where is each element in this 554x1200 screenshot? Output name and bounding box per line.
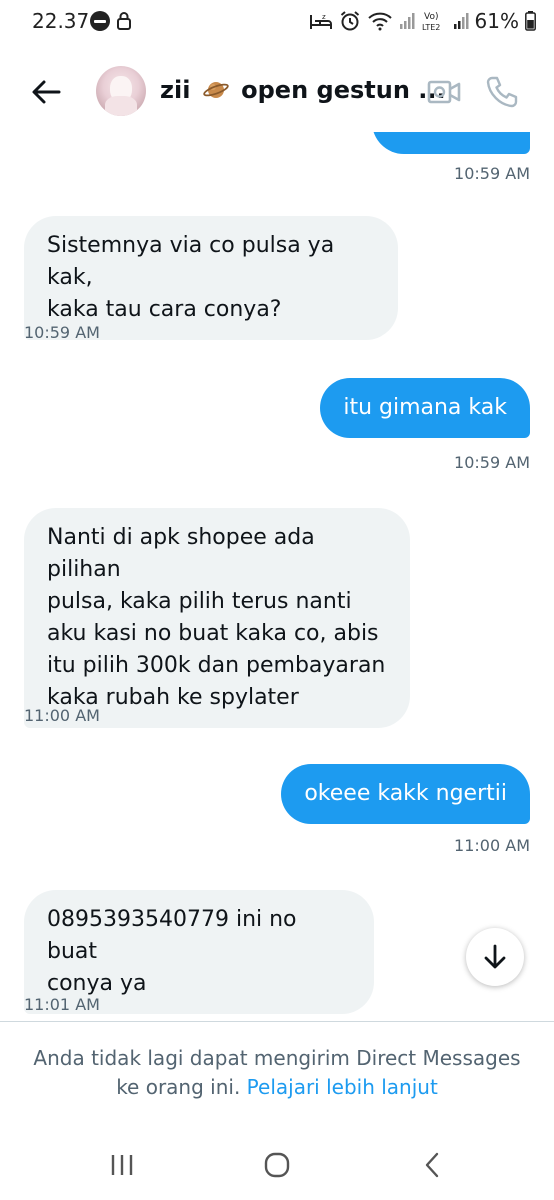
status-icons: z Vo) LTE2 61%	[309, 8, 536, 34]
alarm-icon	[340, 11, 359, 31]
message-bubble-incoming[interactable]: Sistemnya via co pulsa ya kak, kaka tau …	[24, 216, 398, 340]
recent-apps-icon[interactable]	[110, 1154, 134, 1176]
notice-text: ke orang ini.	[116, 1075, 241, 1099]
volte-icon: Vo) LTE2	[422, 12, 440, 32]
message-text: okeee kakk ngertii	[304, 781, 507, 806]
message-text-line: aku kasi no buat kaka co, abis	[47, 621, 379, 646]
voice-call-button[interactable]	[484, 74, 520, 110]
message-text-line: 0895393540779 ini no buat	[47, 907, 297, 964]
signal-1-icon	[399, 13, 415, 29]
message-timestamp: 11:00 AM	[454, 836, 530, 855]
video-call-button[interactable]	[426, 76, 462, 108]
status-time: 22.37	[32, 9, 90, 33]
message-timestamp: 11:01 AM	[24, 995, 100, 1014]
message-timestamp: 10:59 AM	[24, 323, 100, 342]
contact-name-suffix: open gestun ...	[241, 76, 446, 104]
svg-text:z: z	[322, 13, 326, 21]
nav-back-icon[interactable]	[422, 1152, 442, 1178]
conversation-title[interactable]: zii open gestun ...	[160, 76, 446, 104]
lock-icon	[117, 12, 131, 30]
ringed-planet-icon	[203, 82, 229, 98]
message-text-line: Sistemnya via co pulsa ya kak,	[47, 233, 335, 290]
arrow-down-icon	[484, 944, 506, 969]
message-bubble-outgoing[interactable]	[372, 132, 530, 154]
message-bubble-outgoing[interactable]: itu gimana kak	[320, 378, 530, 438]
wifi-icon	[367, 12, 392, 31]
message-text-line: kaka tau cara conya?	[47, 297, 282, 322]
battery-percent: 61%	[474, 9, 519, 33]
back-button[interactable]	[26, 72, 66, 112]
divider	[0, 1021, 554, 1022]
sleep-mode-icon: z	[309, 13, 332, 29]
message-text: itu gimana kak	[343, 395, 507, 420]
message-bubble-incoming[interactable]: Nanti di apk shopee ada pilihan pulsa, k…	[24, 508, 410, 728]
message-text-line: itu pilih 300k dan pembayaran	[47, 653, 386, 678]
message-list[interactable]: 10:59 AM Sistemnya via co pulsa ya kak, …	[0, 132, 554, 1020]
message-text-line: pulsa, kaka pilih terus nanti	[47, 589, 352, 614]
system-navigation-bar	[0, 1140, 554, 1200]
message-timestamp: 11:00 AM	[24, 706, 100, 725]
status-bar: 22.37 z Vo) LTE2 61%	[0, 0, 554, 44]
signal-2-icon	[453, 13, 469, 29]
contact-name: zii	[160, 76, 191, 104]
scroll-to-bottom-button[interactable]	[466, 928, 524, 986]
message-timestamp: 10:59 AM	[454, 164, 530, 183]
message-timestamp: 10:59 AM	[454, 453, 530, 472]
volte-label: Vo)	[424, 12, 438, 22]
avatar[interactable]	[96, 66, 146, 116]
conversation-header: zii open gestun ...	[0, 52, 554, 132]
message-text-line: Nanti di apk shopee ada pilihan	[47, 525, 315, 582]
home-icon[interactable]	[264, 1152, 290, 1178]
dm-disabled-notice: Anda tidak lagi dapat mengirim Direct Me…	[20, 1044, 534, 1102]
learn-more-link[interactable]: Pelajari lebih lanjut	[247, 1075, 438, 1099]
arrow-left-icon	[32, 80, 61, 104]
do-not-disturb-icon	[90, 11, 110, 31]
message-bubble-outgoing[interactable]: okeee kakk ngertii	[281, 764, 530, 824]
lte-label: LTE2	[422, 23, 440, 32]
battery-icon	[525, 11, 536, 31]
notice-text-line1: Anda tidak lagi dapat mengirim Direct Me…	[33, 1046, 521, 1070]
notice-text-line2: ke orang ini. Pelajari lebih lanjut	[20, 1073, 534, 1102]
phone-icon	[486, 76, 518, 108]
video-camera-icon	[427, 80, 461, 104]
